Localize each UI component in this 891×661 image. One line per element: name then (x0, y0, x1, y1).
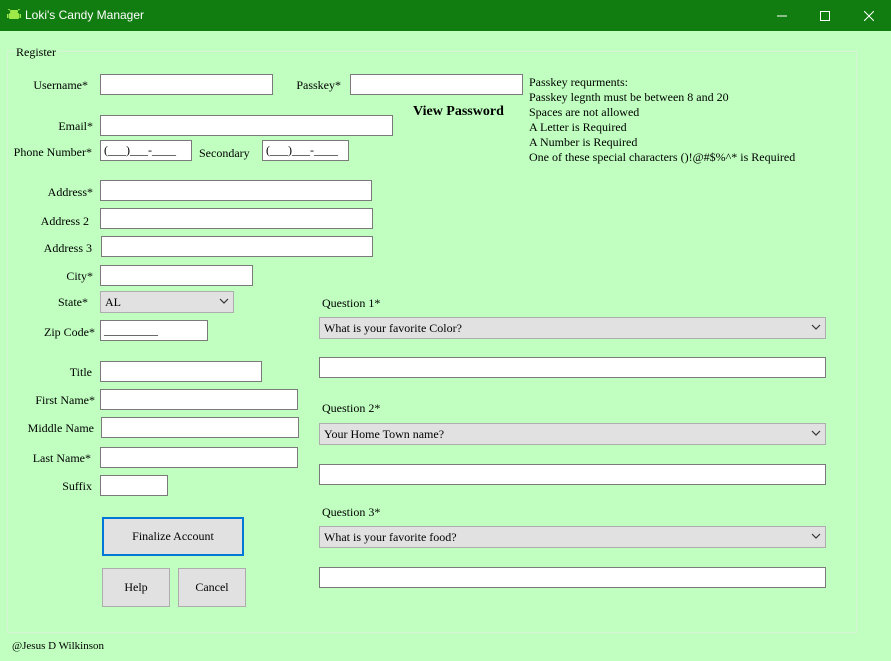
android-icon (7, 9, 21, 19)
question2-label: Question 2* (322, 401, 381, 415)
title-input[interactable] (100, 361, 262, 382)
minimize-icon (777, 15, 787, 16)
address3-label: Address 3 (43, 241, 92, 255)
cancel-button[interactable]: Cancel (178, 568, 246, 607)
chevron-down-icon (811, 324, 821, 330)
requirement-letter: A Letter is Required (529, 120, 627, 134)
help-button[interactable]: Help (102, 568, 170, 607)
question2-select[interactable]: Your Home Town name? (319, 423, 826, 445)
address2-label: Address 2 (40, 214, 89, 228)
username-input[interactable] (100, 74, 273, 95)
email-input[interactable] (100, 115, 393, 136)
question1-select[interactable]: What is your favorite Color? (319, 317, 826, 339)
email-label: Email* (58, 119, 93, 133)
finalize-account-button[interactable]: Finalize Account (102, 517, 244, 556)
zip-input[interactable]: _________ (100, 320, 208, 341)
question3-selected-value: What is your favorite food? (324, 530, 457, 544)
phone-input[interactable]: (___)___-____ (100, 140, 192, 161)
title-bar[interactable]: Loki's Candy Manager (0, 0, 891, 31)
title-label: Title (69, 365, 92, 379)
requirement-length: Passkey legnth must be between 8 and 20 (529, 90, 729, 104)
passkey-input[interactable] (350, 74, 523, 95)
minimize-button[interactable] (760, 0, 804, 31)
first-name-label: First Name* (35, 393, 95, 407)
question2-selected-value: Your Home Town name? (324, 427, 445, 441)
question1-answer-input[interactable] (319, 357, 826, 378)
middle-name-input[interactable] (101, 417, 299, 438)
question3-label: Question 3* (322, 505, 381, 519)
maximize-button[interactable] (803, 0, 847, 31)
first-name-input[interactable] (100, 389, 298, 410)
close-button[interactable] (847, 0, 891, 31)
middle-name-label: Middle Name (27, 421, 94, 435)
state-label: State* (58, 295, 88, 309)
question2-answer-input[interactable] (319, 464, 826, 485)
passkey-label: Passkey* (296, 78, 341, 92)
city-label: City* (66, 269, 93, 283)
phone-label: Phone Number* (13, 145, 92, 159)
window-title: Loki's Candy Manager (25, 8, 145, 22)
question1-label: Question 1* (322, 296, 381, 310)
chevron-down-icon (811, 430, 821, 436)
requirement-spaces: Spaces are not allowed (529, 105, 640, 119)
username-label: Username* (33, 78, 88, 92)
suffix-label: Suffix (62, 479, 92, 493)
close-icon (864, 10, 874, 21)
state-select[interactable]: AL (100, 291, 234, 313)
secondary-phone-input[interactable]: (___)___-____ (262, 140, 349, 161)
state-selected-value: AL (105, 295, 121, 309)
view-password-link[interactable]: View Password (413, 104, 504, 120)
chevron-down-icon (811, 533, 821, 539)
address3-input[interactable] (101, 236, 373, 257)
last-name-label: Last Name* (32, 451, 91, 465)
address2-input[interactable] (100, 208, 373, 229)
chevron-down-icon (219, 298, 229, 304)
question1-selected-value: What is your favorite Color? (324, 321, 462, 335)
footer-credit: @Jesus D Wilkinson (12, 640, 104, 652)
secondary-phone-label: Secondary (199, 146, 250, 160)
city-input[interactable] (100, 265, 253, 286)
question3-answer-input[interactable] (319, 567, 826, 588)
address-label: Address* (47, 185, 93, 199)
last-name-input[interactable] (100, 447, 298, 468)
maximize-icon (820, 10, 830, 21)
requirement-special: One of these special characters ()!@#$%^… (529, 150, 796, 164)
zip-label: Zip Code* (44, 325, 95, 339)
address-input[interactable] (100, 180, 372, 201)
requirements-heading: Passkey requrments: (529, 75, 628, 89)
register-group-title: Register (15, 45, 57, 60)
requirement-number: A Number is Required (529, 135, 638, 149)
question3-select[interactable]: What is your favorite food? (319, 526, 826, 548)
passkey-requirements: Passkey requrments: Passkey legnth must … (529, 75, 795, 165)
suffix-input[interactable] (100, 475, 168, 496)
